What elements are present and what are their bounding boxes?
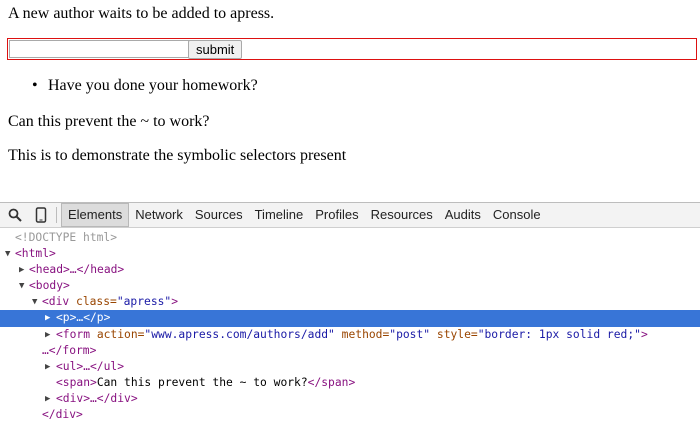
tab-sources[interactable]: Sources [189,204,249,226]
tilde-paragraph: Can this prevent the ~ to work? [8,113,210,130]
dom-node-ul[interactable]: ▶ <ul>…</ul> [0,359,700,375]
rendered-page: A new author waits to be added to apress… [0,0,700,202]
tab-elements[interactable]: Elements [61,203,130,227]
collapse-triangle-icon[interactable]: ▶ [45,327,50,343]
devtools-toolbar: Elements Network Sources Timeline Profil… [0,203,700,228]
tab-console[interactable]: Console [487,204,547,226]
list-item: Have you done your homework? [48,77,258,94]
collapse-triangle-icon[interactable]: ▶ [45,359,50,375]
tab-resources[interactable]: Resources [365,204,439,226]
tab-network[interactable]: Network [129,204,189,226]
collapse-triangle-icon[interactable]: ▶ [45,310,50,326]
dom-node-html[interactable]: ▼ <html> [0,246,700,262]
collapse-triangle-icon[interactable]: ▶ [19,262,24,278]
toolbar-divider [56,207,57,223]
dom-node-span[interactable]: <span>Can this prevent the ~ to work?</s… [0,375,700,391]
dom-tree: <!DOCTYPE html> ▼ <html> ▶ <head>…</head… [0,228,700,423]
dom-node-div-close[interactable]: </div> [0,407,700,423]
author-form: submit [7,38,697,60]
search-icon[interactable] [4,204,26,226]
dom-node-div-apress[interactable]: ▼ <div class="apress"> [0,294,700,310]
dom-node-form[interactable]: ▶ <form action="www.apress.com/authors/a… [0,327,700,343]
intro-text: A new author waits to be added to apress… [8,5,275,22]
expand-triangle-icon[interactable]: ▼ [5,246,10,262]
dom-node-body[interactable]: ▼ <body> [0,278,700,294]
devtools-panel: Elements Network Sources Timeline Profil… [0,202,700,428]
tab-profiles[interactable]: Profiles [309,204,364,226]
dom-node-doctype[interactable]: <!DOCTYPE html> [0,230,700,246]
tab-audits[interactable]: Audits [439,204,487,226]
device-mode-icon[interactable] [30,204,52,226]
author-input[interactable] [9,40,190,58]
tab-timeline[interactable]: Timeline [249,204,310,226]
dom-node-div[interactable]: ▶ <div>…</div> [0,391,700,407]
expand-triangle-icon[interactable]: ▼ [32,294,37,310]
dom-node-form-close[interactable]: …</form> [0,343,700,359]
dom-node-head[interactable]: ▶ <head>…</head> [0,262,700,278]
expand-triangle-icon[interactable]: ▼ [19,278,24,294]
collapse-triangle-icon[interactable]: ▶ [45,391,50,407]
dom-node-p-selected[interactable]: ▶ <p>…</p> [0,310,700,327]
submit-button[interactable]: submit [188,40,243,59]
demo-paragraph: This is to demonstrate the symbolic sele… [8,147,347,164]
bullet-icon: • [32,77,38,94]
